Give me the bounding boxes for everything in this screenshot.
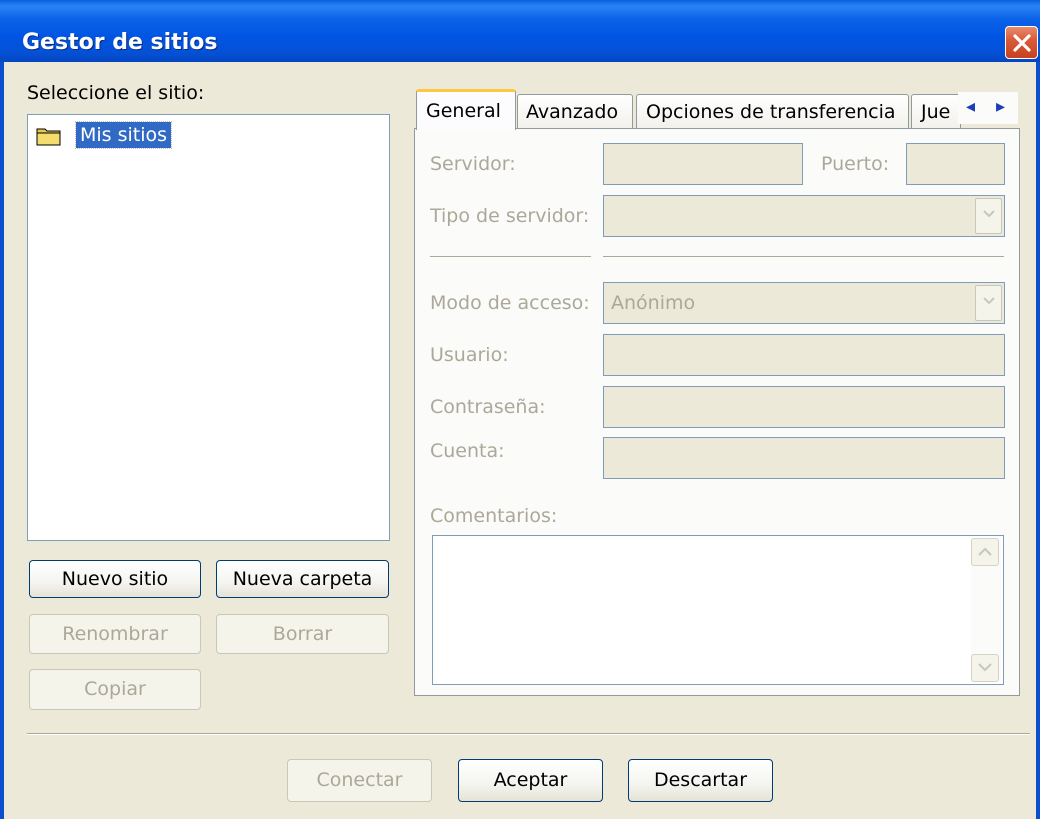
select-site-label: Seleccione el sitio: xyxy=(27,82,205,104)
port-label: Puerto: xyxy=(821,153,890,175)
user-input[interactable] xyxy=(603,334,1005,376)
window-title: Gestor de sitios xyxy=(22,30,218,55)
access-mode-select[interactable]: Anónimo xyxy=(603,282,1005,324)
separator-right xyxy=(603,256,1004,257)
tab-advanced[interactable]: Avanzado xyxy=(517,94,633,128)
tab-scroll-right-icon[interactable]: ▸ xyxy=(996,96,1005,117)
folder-icon xyxy=(36,126,62,146)
scroll-up-button[interactable] xyxy=(971,538,999,566)
server-label: Servidor: xyxy=(430,153,516,175)
accept-button[interactable]: Aceptar xyxy=(458,759,603,802)
server-type-label: Tipo de servidor: xyxy=(430,205,590,227)
site-tree[interactable]: Mis sitios xyxy=(27,114,390,541)
password-label: Contraseña: xyxy=(430,396,546,418)
new-folder-button[interactable]: Nueva carpeta xyxy=(216,560,389,598)
port-input[interactable] xyxy=(906,143,1005,185)
tab-scroll-left-icon[interactable]: ◂ xyxy=(966,96,975,117)
scroll-down-button[interactable] xyxy=(971,654,999,682)
new-site-button[interactable]: Nuevo sitio xyxy=(29,560,201,598)
access-mode-dropdown[interactable] xyxy=(975,285,1002,321)
rename-button[interactable]: Renombrar xyxy=(29,614,201,654)
title-bar[interactable]: Gestor de sitios xyxy=(0,0,1040,62)
comments-scrollbar[interactable] xyxy=(971,538,1001,682)
window-frame-left xyxy=(0,62,4,819)
account-input[interactable] xyxy=(603,437,1005,479)
password-input[interactable] xyxy=(603,386,1005,428)
tab-transfer-options[interactable]: Opciones de transferencia xyxy=(636,94,909,128)
tab-scroller: ◂ ▸ xyxy=(958,92,1018,124)
user-label: Usuario: xyxy=(430,344,509,366)
footer-separator xyxy=(27,733,1030,735)
tree-item-label: Mis sitios xyxy=(74,121,173,149)
close-button[interactable] xyxy=(1005,26,1038,59)
tab-charset[interactable]: Jue xyxy=(911,94,961,128)
delete-button[interactable]: Borrar xyxy=(216,614,389,654)
server-type-dropdown[interactable] xyxy=(975,198,1002,234)
copy-button[interactable]: Copiar xyxy=(29,669,201,710)
access-mode-value: Anónimo xyxy=(611,292,696,314)
comments-textarea[interactable] xyxy=(432,535,1004,685)
comments-label: Comentarios: xyxy=(430,505,558,527)
connect-button[interactable]: Conectar xyxy=(287,759,432,802)
account-label: Cuenta: xyxy=(430,440,505,462)
discard-button[interactable]: Descartar xyxy=(628,759,773,802)
site-manager-window: Gestor de sitios Seleccione el sitio: Mi… xyxy=(0,0,1040,819)
tab-general[interactable]: General xyxy=(416,89,516,130)
server-type-select[interactable] xyxy=(603,195,1005,237)
separator-left xyxy=(430,256,591,257)
server-input[interactable] xyxy=(603,143,803,185)
access-mode-label: Modo de acceso: xyxy=(430,292,590,314)
window-frame-right xyxy=(1036,62,1040,819)
